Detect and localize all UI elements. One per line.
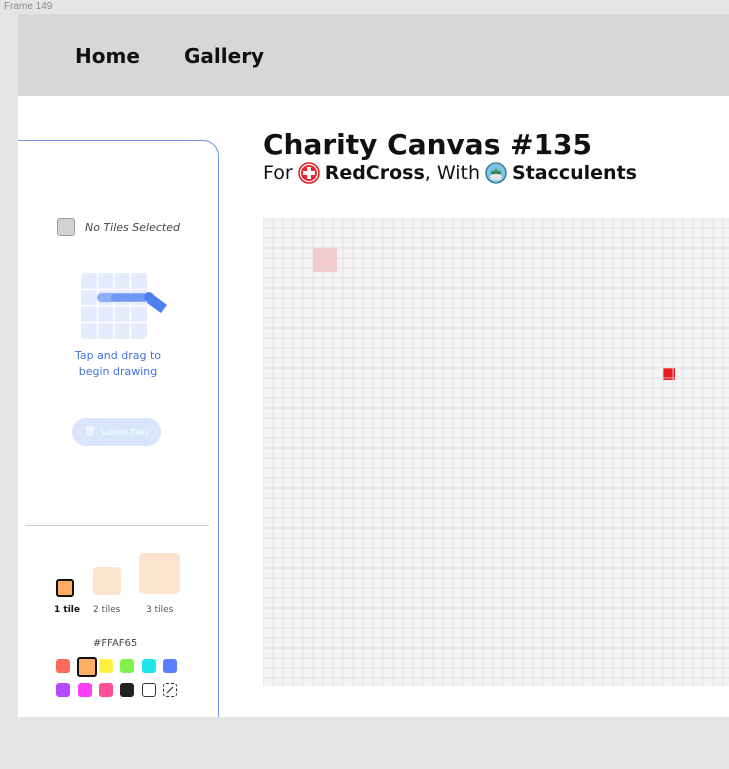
size-option-1-tile[interactable]: [56, 579, 74, 597]
top-nav: Home Gallery: [18, 14, 729, 96]
swatch-purple[interactable]: [56, 683, 70, 697]
for-word: For: [263, 162, 293, 184]
charity-name[interactable]: RedCross: [325, 162, 425, 184]
draw-hint-line-2: begin drawing: [78, 365, 158, 378]
selection-checkbox[interactable]: [57, 218, 75, 236]
artist-name[interactable]: Stacculents: [512, 162, 637, 184]
frame-label: Frame 149: [4, 1, 53, 12]
swatch-coral[interactable]: [56, 659, 70, 673]
submit-tiles-button[interactable]: 🗑 Submit Tiles: [72, 418, 161, 446]
red-cross-icon: [297, 162, 320, 184]
artist-avatar-icon: [485, 162, 507, 184]
drawing-canvas[interactable]: [263, 218, 729, 686]
size-label-2-tiles[interactable]: 2 tiles: [93, 605, 120, 615]
swatch-black[interactable]: [120, 683, 134, 697]
size-option-2-tiles[interactable]: [93, 567, 121, 595]
swatch-orange[interactable]: [77, 657, 97, 677]
draw-hint: Tap and drag to begin drawing: [54, 348, 182, 380]
size-label-3-tiles[interactable]: 3 tiles: [146, 605, 173, 615]
swatch-cyan[interactable]: [142, 659, 156, 673]
draw-hint-line-1: Tap and drag to: [74, 349, 162, 362]
submit-tiles-label: Submit Tiles: [99, 427, 149, 437]
size-label-1-tile[interactable]: 1 tile: [54, 605, 80, 615]
selected-color-hex: #FFAF65: [93, 638, 138, 649]
page-subtitle: For RedCross , With Stacculents: [263, 162, 637, 184]
swatch-magenta[interactable]: [78, 683, 92, 697]
app-frame: Home Gallery No Tiles Selected Tap and d: [18, 14, 729, 717]
swatch-green[interactable]: [120, 659, 134, 673]
nav-home-link[interactable]: Home: [75, 44, 140, 68]
swatch-blue[interactable]: [163, 659, 177, 673]
drag-illustration-icon: [81, 273, 167, 339]
size-option-3-tiles[interactable]: [139, 553, 180, 594]
eraser-icon[interactable]: [163, 683, 177, 697]
drawing-sidebar: No Tiles Selected Tap and drag to begin …: [18, 140, 219, 717]
sidebar-divider: [25, 525, 209, 526]
page-title: Charity Canvas #135: [263, 128, 593, 161]
nav-gallery-link[interactable]: Gallery: [184, 44, 264, 68]
swatch-yellow[interactable]: [99, 659, 113, 673]
selection-status: No Tiles Selected: [57, 218, 180, 236]
trash-icon: 🗑: [84, 427, 96, 437]
with-word: , With: [424, 162, 481, 184]
swatch-pink[interactable]: [99, 683, 113, 697]
swatch-white[interactable]: [142, 683, 156, 697]
selection-text: No Tiles Selected: [85, 220, 180, 234]
